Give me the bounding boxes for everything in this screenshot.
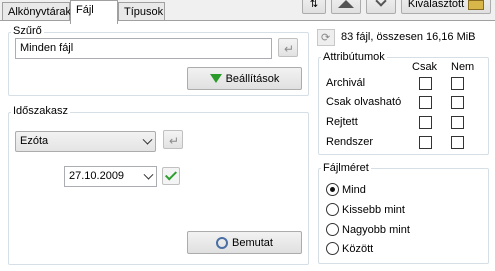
attr-system-not-checkbox[interactable]: [451, 136, 464, 149]
attr-system-only-checkbox[interactable]: [419, 136, 432, 149]
settings-button[interactable]: Beállítások: [187, 67, 302, 90]
date-value: 27.10.2009: [69, 170, 125, 182]
triangle-up-icon: [338, 0, 354, 8]
attr-hidden-label: Rejtett: [326, 116, 358, 128]
filter-group-title: Szűrő: [11, 25, 44, 37]
size-all-radio[interactable]: [326, 183, 339, 196]
pencil-icon: [468, 0, 485, 10]
attr-readonly-not-checkbox[interactable]: [451, 96, 464, 109]
tab-types[interactable]: Típusok: [118, 2, 165, 22]
summary-text: 83 fájl, összesen 16,16 MiB: [341, 31, 476, 43]
sort-icon: ⇅: [309, 0, 319, 10]
up-button[interactable]: [331, 0, 361, 14]
selected-button[interactable]: Kiválasztott: [401, 0, 491, 14]
attr-archive-not-checkbox[interactable]: [451, 77, 464, 90]
tab-file[interactable]: Fájl: [70, 0, 118, 24]
size-larger-label: Nagyobb mint: [342, 224, 410, 236]
magnifier-icon: [216, 236, 229, 249]
size-larger-radio[interactable]: [326, 223, 339, 236]
col-only-header: Csak: [412, 61, 438, 73]
tab-label: Típusok: [124, 6, 164, 18]
tab-label: Fájl: [76, 4, 94, 16]
size-between-radio[interactable]: [326, 242, 339, 255]
refresh-button[interactable]: ⟳: [317, 29, 335, 46]
attr-readonly-label: Csak olvasható: [326, 96, 402, 108]
show-label: Bemutat: [232, 236, 273, 249]
chevron-down-icon: [375, 0, 387, 7]
funnel-icon: [209, 74, 222, 83]
attr-archive-only-checkbox[interactable]: [419, 77, 432, 90]
size-smaller-label: Kissebb mint: [342, 204, 405, 216]
sort-button[interactable]: ⇅: [302, 0, 326, 14]
attr-archive-label: Archivál: [326, 77, 366, 89]
enter-arrow-icon: ↵: [169, 134, 180, 148]
filter-apply-button[interactable]: ↵: [278, 38, 298, 57]
period-value: Ezóta: [20, 135, 49, 147]
enter-arrow-icon: ↵: [284, 42, 295, 56]
date-confirm-button[interactable]: [162, 167, 180, 185]
attributes-group-title: Attribútumok: [321, 51, 387, 63]
attr-system-label: Rendszer: [326, 136, 374, 148]
period-apply-button[interactable]: ↵: [163, 130, 183, 149]
attr-hidden-only-checkbox[interactable]: [419, 116, 432, 129]
period-group-title: Időszakasz: [11, 105, 71, 117]
filter-input[interactable]: Minden fájl: [15, 38, 272, 59]
size-smaller-radio[interactable]: [326, 203, 339, 216]
size-between-label: Között: [342, 243, 374, 255]
size-all-label: Mind: [342, 184, 366, 196]
date-picker[interactable]: 27.10.2009: [64, 166, 157, 187]
chevron-down-icon: [143, 169, 154, 180]
refresh-icon: ⟳: [321, 32, 331, 44]
attr-hidden-not-checkbox[interactable]: [451, 116, 464, 129]
tab-label: Alkönyvtárak: [8, 6, 71, 18]
tab-subdirectories[interactable]: Alkönyvtárak: [2, 2, 71, 22]
chevron-down-icon: [142, 134, 153, 145]
attr-readonly-only-checkbox[interactable]: [419, 96, 432, 109]
down-button[interactable]: [366, 0, 396, 14]
settings-label: Beállítások: [225, 72, 280, 85]
col-not-header: Nem: [451, 61, 475, 73]
show-button[interactable]: Bemutat: [187, 231, 302, 254]
selected-label: Kiválasztott: [407, 0, 465, 10]
filesize-group-title: Fájlméret: [321, 162, 371, 174]
check-icon: [164, 168, 178, 181]
period-select[interactable]: Ezóta: [15, 131, 156, 152]
